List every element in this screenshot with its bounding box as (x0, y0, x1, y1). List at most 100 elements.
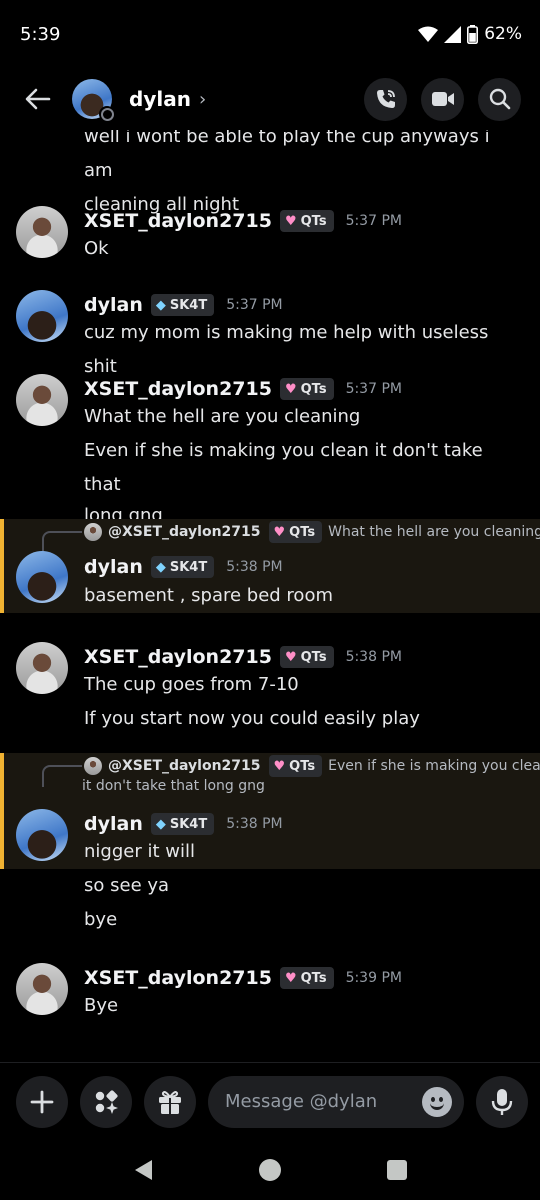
gift-icon (159, 1090, 181, 1114)
nav-home-icon[interactable] (258, 1158, 282, 1182)
emoji-icon[interactable] (422, 1086, 452, 1117)
message-list[interactable]: well i wont be able to play the cup anyw… (0, 130, 540, 1060)
dm-user-name[interactable]: dylan (129, 87, 191, 111)
username[interactable]: dylan (84, 813, 143, 835)
username[interactable]: dylan (84, 294, 143, 316)
reply-text: What the hell are you cleaning (328, 524, 540, 540)
video-icon (431, 92, 454, 106)
message-group: XSET_daylon2715 ♥ QTs 5:37 PM Ok (0, 202, 540, 272)
username[interactable]: XSET_daylon2715 (84, 210, 272, 232)
username[interactable]: XSET_daylon2715 (84, 967, 272, 989)
reply-spine (42, 765, 82, 787)
message-text: basement , spare bed room (84, 585, 333, 606)
gift-button[interactable] (144, 1075, 196, 1128)
offline-status-icon (99, 106, 115, 122)
search-icon (489, 88, 510, 110)
clan-tag[interactable]: ◆ SK4T (150, 813, 215, 835)
message-text: well i wont be able to play the cup anyw… (84, 130, 490, 181)
timestamp: 5:37 PM (226, 297, 283, 313)
timestamp: 5:38 PM (345, 649, 402, 665)
reply-username: @XSET_daylon2715 (108, 524, 261, 540)
username[interactable]: XSET_daylon2715 (84, 646, 272, 668)
arrow-left-icon (25, 88, 51, 110)
clan-tag[interactable]: ◆ SK4T (150, 556, 215, 578)
username[interactable]: dylan (84, 556, 143, 578)
clan-tag-label: SK4T (169, 816, 208, 832)
status-icons: 62% (418, 24, 522, 44)
message-text: If you start now you could easily play (84, 708, 420, 729)
plus-icon (30, 1090, 54, 1113)
wifi-icon (418, 26, 439, 42)
apps-button[interactable] (80, 1075, 132, 1128)
heart-icon: ♥ (284, 970, 297, 986)
message-text: bye (84, 909, 118, 930)
message-text: Bye (84, 995, 119, 1016)
message-group: XSET_daylon2715 ♥ QTs 5:39 PM Bye (0, 960, 540, 1030)
clan-tag-label: QTs (300, 381, 327, 397)
reply-preview[interactable]: @XSET_daylon2715 ♥ QTs What the hell are … (84, 521, 540, 543)
voice-message-button[interactable] (476, 1075, 528, 1128)
message-group-reply: @XSET_daylon2715 ♥ QTs Even if she is mak… (0, 753, 540, 869)
reply-text-continued: it don't take that long gng (82, 778, 265, 794)
clan-tag-label: QTs (300, 213, 327, 229)
apps-icon (95, 1089, 118, 1114)
clan-tag[interactable]: ♥ QTs (279, 646, 334, 668)
attach-button[interactable] (16, 1075, 68, 1128)
message-group: XSET_daylon2715 ♥ QTs 5:37 PM What the he… (0, 370, 540, 526)
dm-header: dylan › (0, 68, 540, 130)
heart-icon: ♥ (284, 381, 297, 397)
cell-signal-icon (444, 25, 462, 43)
gem-icon: ◆ (155, 816, 166, 832)
mic-icon (491, 1088, 513, 1115)
message-text: Ok (84, 238, 109, 259)
message-composer (0, 1062, 540, 1140)
back-button[interactable] (16, 77, 60, 121)
timestamp: 5:37 PM (345, 381, 402, 397)
voice-call-button[interactable] (364, 77, 407, 121)
clan-tag: ♥ QTs (268, 755, 323, 777)
message-group-continued: so see ya bye (0, 869, 540, 939)
clan-tag[interactable]: ◆ SK4T (150, 294, 215, 316)
message-group-reply: @XSET_daylon2715 ♥ QTs What the hell are … (0, 519, 540, 613)
gem-icon: ◆ (155, 559, 166, 575)
clan-tag[interactable]: ♥ QTs (279, 967, 334, 989)
message-group: XSET_daylon2715 ♥ QTs 5:38 PM The cup goe… (0, 638, 540, 738)
clan-tag-label: QTs (289, 524, 316, 540)
clan-tag[interactable]: ♥ QTs (279, 210, 334, 232)
clan-tag-label: QTs (300, 970, 327, 986)
timestamp: 5:38 PM (226, 559, 283, 575)
heart-icon: ♥ (273, 524, 286, 540)
clan-tag: ♥ QTs (268, 521, 323, 543)
heart-icon: ♥ (284, 649, 297, 665)
heart-icon: ♥ (273, 758, 286, 774)
clan-tag-label: QTs (289, 758, 316, 774)
reply-text: Even if she is making you clean (328, 758, 540, 774)
message-text: What the hell are you cleaning (84, 406, 361, 427)
avatar (84, 523, 102, 541)
timestamp: 5:39 PM (345, 970, 402, 986)
nav-back-icon[interactable] (132, 1158, 154, 1182)
username[interactable]: XSET_daylon2715 (84, 378, 272, 400)
battery-percent: 62% (484, 24, 522, 44)
video-call-button[interactable] (421, 77, 464, 121)
message-input[interactable] (225, 1091, 422, 1112)
clan-tag-label: SK4T (169, 559, 208, 575)
nav-recents-icon[interactable] (386, 1159, 408, 1181)
reply-preview[interactable]: @XSET_daylon2715 ♥ QTs Even if she is mak… (84, 755, 540, 777)
avatar[interactable] (72, 79, 115, 122)
battery-icon (467, 24, 479, 44)
reply-spine (42, 531, 82, 553)
clan-tag-label: SK4T (169, 297, 208, 313)
timestamp: 5:38 PM (226, 816, 283, 832)
message-text: so see ya (84, 875, 170, 896)
message-text: nigger it will (84, 841, 195, 862)
status-bar: 5:39 62% (0, 0, 540, 68)
phone-icon (376, 90, 395, 108)
clan-tag[interactable]: ♥ QTs (279, 378, 334, 400)
message-group: dylan ◆ SK4T 5:37 PM cuz my mom is making… (0, 286, 540, 377)
gem-icon: ◆ (155, 297, 166, 313)
heart-icon: ♥ (284, 213, 297, 229)
message-input-wrapper[interactable] (208, 1075, 464, 1128)
search-button[interactable] (478, 77, 521, 121)
chevron-right-icon[interactable]: › (199, 89, 206, 110)
